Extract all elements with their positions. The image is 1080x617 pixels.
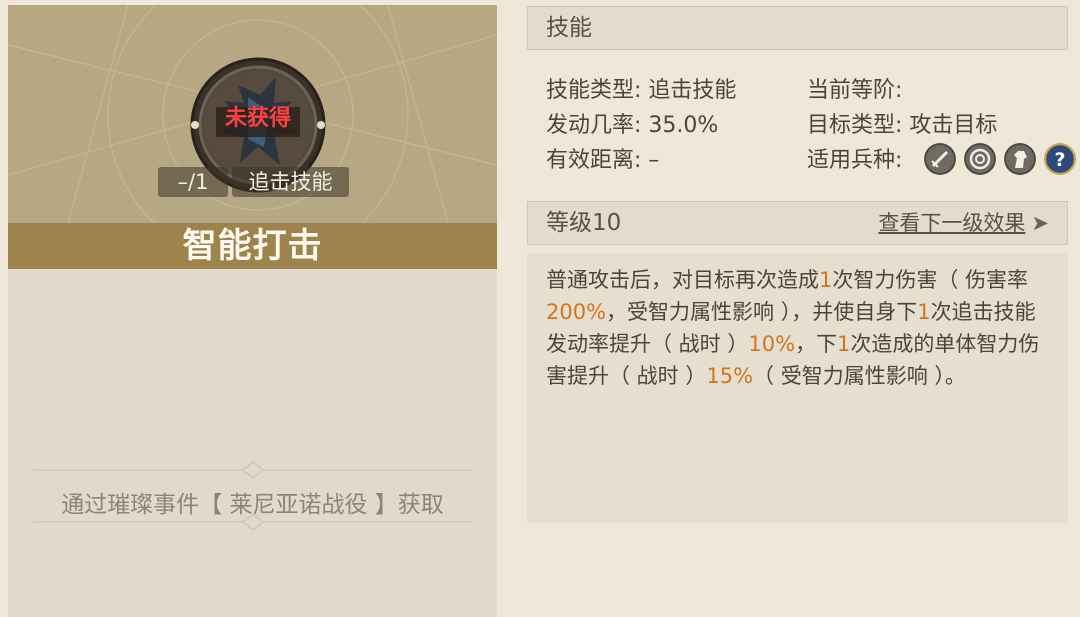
- trigger-rate-label: 发动几率:: [546, 113, 642, 138]
- trigger-rate-attr: 发动几率: 35.0%: [546, 111, 718, 141]
- skill-type-label: 技能类型:: [546, 78, 642, 103]
- target-type-label: 目标类型:: [807, 113, 903, 138]
- applicable-units-label: 适用兵种:: [807, 148, 903, 173]
- description-text: 普通攻击后，对目标再次造成: [546, 268, 819, 292]
- acquisition-status: 未获得: [224, 106, 291, 131]
- question-icon[interactable]: ?: [1044, 143, 1076, 175]
- skill-section-title: 技能: [546, 15, 592, 41]
- current-rank-attr: 当前等阶:: [807, 76, 902, 106]
- skill-section-header: 技能: [527, 6, 1068, 50]
- description-text: 次智力伤害（ 伤害率: [832, 268, 1029, 292]
- arrow-right-icon: ➤: [1031, 211, 1049, 235]
- description-highlight: 200%: [546, 300, 607, 324]
- level-title: 等级10: [546, 210, 622, 236]
- effective-range-attr: 有效距离: –: [546, 146, 659, 176]
- description-text: ，下: [795, 332, 838, 356]
- effective-range-value: –: [648, 148, 660, 173]
- trigger-rate-value: 35.0%: [648, 113, 719, 138]
- description-highlight: 1: [837, 332, 851, 356]
- skill-description: 普通攻击后，对目标再次造成1次智力伤害（ 伤害率200%，受智力属性影响 ），并…: [546, 264, 1056, 392]
- description-highlight: 15%: [706, 364, 754, 388]
- target-icon[interactable]: [964, 143, 996, 175]
- effective-range-label: 有效距离:: [546, 148, 642, 173]
- skill-type-value: 追击技能: [648, 78, 737, 103]
- next-level-label: 查看下一级效果: [878, 211, 1026, 235]
- description-text: （ 受智力属性影响 ）。: [753, 364, 966, 388]
- skill-type-attr: 技能类型: 追击技能: [546, 76, 736, 106]
- description-text: ，受智力属性影响 ），并使自身下: [606, 300, 918, 324]
- target-type-attr: 目标类型: 攻击目标: [807, 111, 997, 141]
- source-info: 通过璀璨事件【 莱尼亚诺战役 】获取: [8, 460, 497, 530]
- skill-name: 智能打击: [182, 226, 323, 266]
- sword-icon[interactable]: [924, 143, 956, 175]
- target-type-value: 攻击目标: [909, 113, 998, 138]
- current-rank-label: 当前等阶:: [807, 78, 903, 103]
- skill-level-tag: –/1: [158, 167, 228, 197]
- skill-type-tag: 追击技能: [232, 167, 349, 197]
- description-highlight: 10%: [748, 332, 796, 356]
- description-highlight: 1: [819, 268, 833, 292]
- source-text: 通过璀璨事件【 莱尼亚诺战役 】获取: [61, 492, 444, 518]
- next-level-link[interactable]: 查看下一级效果 ➤: [878, 202, 1049, 244]
- horse-icon[interactable]: [1004, 143, 1036, 175]
- applicable-units-attr: 适用兵种:: [807, 146, 902, 176]
- skill-card-header: 未获得 –/1 追击技能: [8, 5, 497, 223]
- skill-card: 未获得 –/1 追击技能 智能打击 通过璀璨事件【 莱尼亚诺战役 】获取: [8, 5, 497, 617]
- level-section-header: 等级10 查看下一级效果 ➤: [527, 201, 1068, 245]
- svg-text:?: ?: [1054, 149, 1065, 171]
- description-highlight: 1: [917, 300, 931, 324]
